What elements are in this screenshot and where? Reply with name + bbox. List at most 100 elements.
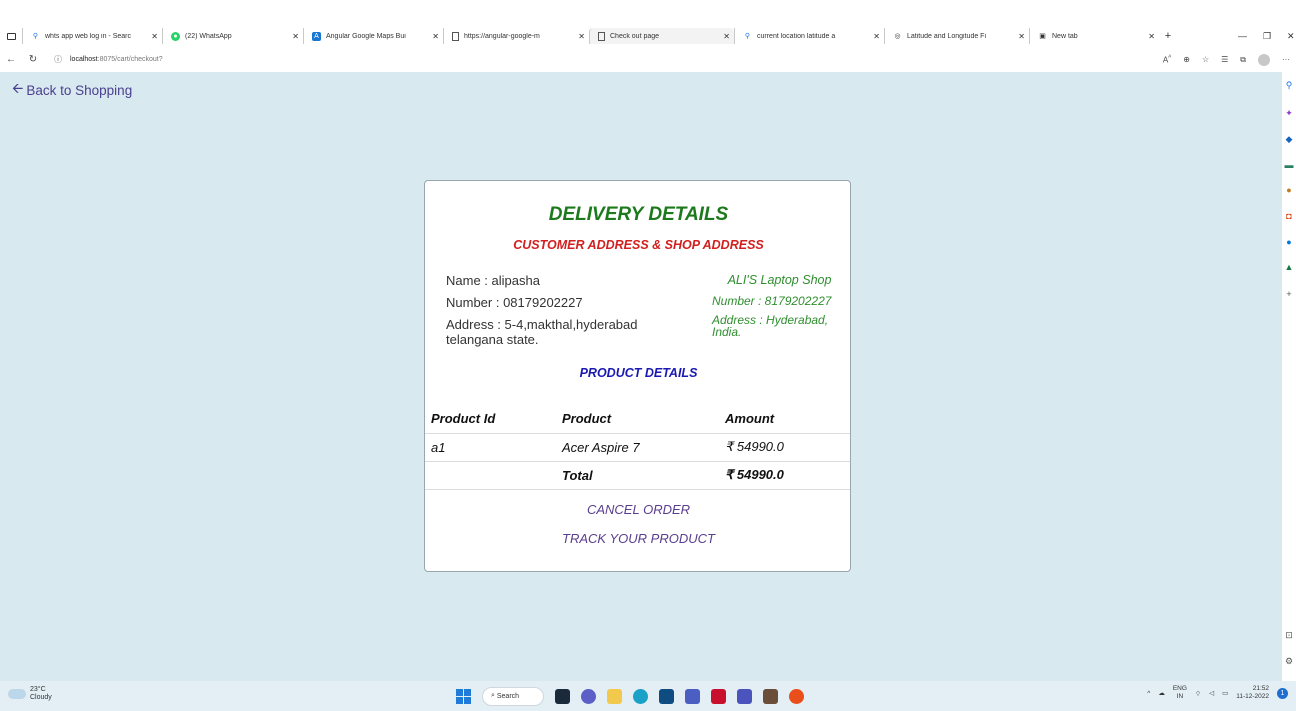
notification-icon[interactable]: 1 <box>1277 687 1288 699</box>
tab-angular-maps[interactable]: A Angular Google Maps Bui ✕ <box>303 28 443 44</box>
refresh-icon[interactable]: ↻ <box>22 54 44 65</box>
language-indicator[interactable]: ENG IN <box>1173 685 1187 701</box>
column-header-product: Product <box>562 405 725 434</box>
back-arrow-icon[interactable]: ← <box>0 54 22 65</box>
mcafee-icon[interactable] <box>711 688 726 704</box>
games-icon[interactable]: ▲ <box>1284 262 1294 272</box>
cancel-order-button[interactable]: CANCEL ORDER <box>425 502 852 517</box>
more-options-icon[interactable]: ··· <box>1282 55 1290 64</box>
search-icon: ⚲ <box>32 33 39 40</box>
close-icon[interactable]: ✕ <box>432 32 439 41</box>
track-product-button[interactable]: TRACK YOUR PRODUCT <box>425 531 852 546</box>
network-icon[interactable]: ☁ <box>1158 689 1165 697</box>
favorite-icon[interactable]: ☆ <box>1202 55 1209 64</box>
vscode-icon[interactable] <box>685 688 700 704</box>
chevron-up-icon[interactable]: ^ <box>1147 690 1150 697</box>
page-icon <box>452 31 459 41</box>
office-icon[interactable]: ◘ <box>1284 211 1294 221</box>
column-header-amount: Amount <box>725 405 850 434</box>
table-row: a1 Acer Aspire 7 ₹ 54990.0 <box>425 433 850 462</box>
tab-search-whatsapp[interactable]: ⚲ whts app web log in - Searc ✕ <box>22 28 162 44</box>
chat-icon[interactable] <box>581 688 596 704</box>
delivery-details-title: DELIVERY DETAILS <box>548 204 729 225</box>
app-red-icon[interactable] <box>789 688 804 704</box>
collections-icon[interactable]: ⧉ <box>1240 55 1246 65</box>
empty-cell <box>425 461 562 490</box>
tab-latitude-longitude[interactable]: ◎ Latitude and Longitude Fi ✕ <box>884 28 1029 44</box>
product-id-cell: a1 <box>425 433 562 462</box>
close-icon[interactable]: ✕ <box>151 32 158 41</box>
delivery-details-card: DELIVERY DETAILS CUSTOMER ADDRESS & SHOP… <box>424 180 851 572</box>
minimize-icon[interactable]: — <box>1238 28 1247 44</box>
product-name-cell: Acer Aspire 7 <box>562 433 725 462</box>
shopping-tag-icon[interactable]: ◆ <box>1284 134 1294 144</box>
url-field[interactable]: ⓘ localhost:8075/cart/checkout? <box>54 54 163 65</box>
store-icon[interactable] <box>659 688 674 704</box>
settings-icon[interactable]: ⚙ <box>1284 656 1294 666</box>
back-to-shopping-label: Back to Shopping <box>26 82 133 98</box>
column-header-product-id: Product Id <box>425 405 562 434</box>
tab-actions-menu-icon[interactable] <box>0 28 22 44</box>
amount-cell: ₹ 54990.0 <box>725 433 850 462</box>
taskbar-apps: ⌕ Search <box>456 686 804 706</box>
close-icon[interactable]: ✕ <box>873 32 880 41</box>
tab-checkout[interactable]: Check out page ✕ <box>589 28 734 44</box>
tab-angular-google[interactable]: https://angular-google-m ✕ <box>443 28 589 44</box>
total-label: Total <box>562 461 725 490</box>
product-table: Product Id Product Amount a1 Acer Aspire… <box>425 405 850 490</box>
wifi-icon[interactable]: ⌔ <box>1195 689 1201 698</box>
read-aloud-icon[interactable]: Aᴬ <box>1163 54 1171 65</box>
compass-icon: ◎ <box>894 33 901 40</box>
close-icon[interactable]: ✕ <box>578 32 585 41</box>
system-tray: ^ ☁ ENG IN ⌔ ◁ ▭ 21:52 11-12-2022 1 <box>1147 685 1288 701</box>
zoom-icon[interactable]: ⊕ <box>1183 55 1190 64</box>
taskbar-search[interactable]: ⌕ Search <box>482 686 544 706</box>
favorites-list-icon[interactable]: ☰ <box>1221 55 1228 64</box>
teams-icon[interactable] <box>737 688 752 704</box>
tab-new-tab[interactable]: ▣ New tab ✕ <box>1029 28 1159 44</box>
checkout-page: 🡨 Back to Shopping DELIVERY DETAILS CUST… <box>0 72 1282 681</box>
app-icon[interactable] <box>763 688 778 704</box>
restore-icon[interactable]: ❐ <box>1263 28 1271 44</box>
task-view-icon[interactable] <box>555 688 570 704</box>
close-icon[interactable]: ✕ <box>292 32 299 41</box>
taskbar: 23°C Cloudy ⌕ Search ^ ☁ ENG IN ⌔ ◁ ▭ 21… <box>0 681 1296 711</box>
outlook-icon[interactable]: ● <box>1284 237 1294 247</box>
start-icon[interactable] <box>456 688 471 704</box>
new-tab-plus-icon[interactable]: + <box>1159 30 1177 42</box>
profile-avatar[interactable] <box>1258 53 1270 66</box>
page-icon <box>598 31 605 41</box>
customer-name: Name : alipasha <box>446 273 540 288</box>
clock[interactable]: 21:52 11-12-2022 <box>1236 685 1269 701</box>
weather-temp: 23°C <box>30 686 46 693</box>
tab-whatsapp[interactable]: ● (22) WhatsApp ✕ <box>162 28 303 44</box>
back-to-shopping-link[interactable]: 🡨 Back to Shopping <box>12 78 132 102</box>
weather-condition: Cloudy <box>30 694 52 701</box>
cloud-icon <box>8 689 26 699</box>
browser-sidebar: ⚲ ✦ ◆ ▬ ● ◘ ● ▲ + ⊡ ⚙ <box>1282 72 1296 681</box>
copilot-icon[interactable]: ✦ <box>1284 108 1294 118</box>
tab-strip: ⚲ whts app web log in - Searc ✕ ● (22) W… <box>0 28 1296 44</box>
add-sidebar-icon[interactable]: + <box>1284 289 1294 299</box>
tools-icon[interactable]: ▬ <box>1284 160 1294 170</box>
search-icon[interactable]: ⚲ <box>1284 80 1294 90</box>
total-value: ₹ 54990.0 <box>725 461 850 490</box>
browser-toolbar: Aᴬ ⊕ ☆ ☰ ⧉ ··· <box>1163 51 1290 68</box>
close-icon[interactable]: ✕ <box>723 32 730 41</box>
tab-current-location[interactable]: ⚲ current location latitude a ✕ <box>734 28 884 44</box>
volume-icon[interactable]: ◁ <box>1209 689 1214 697</box>
edge-icon[interactable] <box>633 688 648 704</box>
angular-icon: A <box>312 31 321 41</box>
info-icon[interactable]: ⓘ <box>54 54 62 65</box>
people-icon[interactable]: ● <box>1284 185 1294 195</box>
hide-sidebar-icon[interactable]: ⊡ <box>1284 630 1294 640</box>
close-icon[interactable]: ✕ <box>1018 32 1025 41</box>
weather-widget[interactable]: 23°C Cloudy <box>8 686 52 702</box>
shop-address: ALI'S Laptop Shop Number : 8179202227 Ad… <box>712 274 847 345</box>
file-explorer-icon[interactable] <box>607 688 622 704</box>
battery-icon[interactable]: ▭ <box>1222 689 1228 697</box>
close-window-icon[interactable]: ✕ <box>1287 28 1295 44</box>
close-icon[interactable]: ✕ <box>1148 32 1155 41</box>
total-row: Total ₹ 54990.0 <box>425 461 850 490</box>
table-header-row: Product Id Product Amount <box>425 405 850 434</box>
